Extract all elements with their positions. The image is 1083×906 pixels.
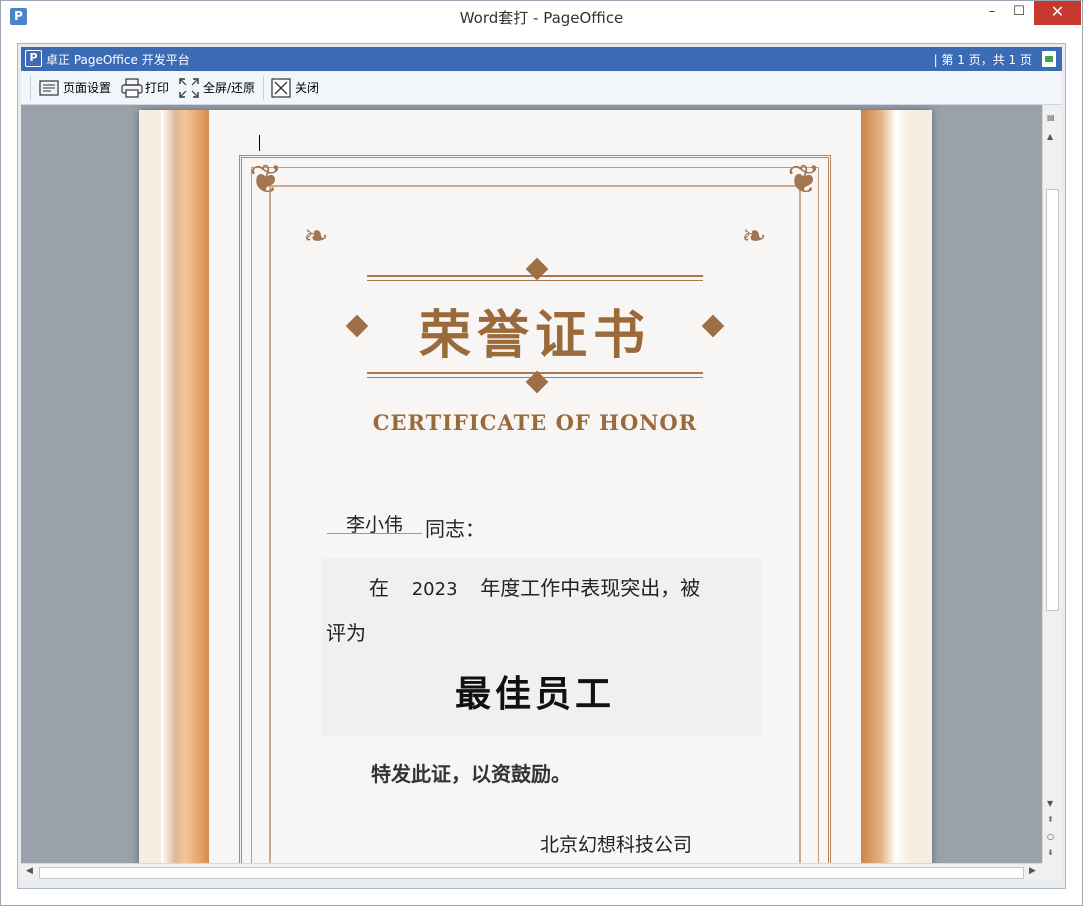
browse-object-icon[interactable]: ○ (1047, 832, 1054, 841)
close-icon (271, 78, 291, 98)
print-label: 打印 (145, 81, 170, 95)
scroll-menu-icon[interactable]: ▤ (1047, 113, 1055, 122)
horizontal-scrollbar[interactable]: ◀ ▶ (21, 863, 1042, 881)
next-page-icon[interactable]: ⇟ (1047, 848, 1054, 857)
print-button[interactable]: 打印 (121, 77, 169, 99)
certificate-frame-right (861, 110, 911, 863)
pageoffice-brand: 卓正 PageOffice 开发平台 (46, 53, 190, 67)
scroll-ornament-icon: ❧ (741, 219, 767, 254)
printer-icon (121, 78, 143, 98)
title-bar[interactable]: P Word套打 - PageOffice – ☐ ✕ (1, 1, 1082, 31)
toolbar-separator (263, 76, 264, 100)
scroll-down-arrow-icon[interactable]: ▼ (1047, 799, 1053, 808)
close-doc-button[interactable]: 关闭 (271, 77, 319, 99)
pageoffice-logo-icon: P (25, 50, 42, 67)
certificate: ❦ ❦ ❧ ❧ 荣誉证书 CERTIFICATE OF HONOR 李小伟 同志… (209, 110, 861, 863)
scroll-right-arrow-icon[interactable]: ▶ (1029, 866, 1036, 876)
year-field[interactable]: 2023 (412, 579, 458, 600)
issuer-name: 北京幻想科技公司 (540, 834, 693, 856)
commendation-line-1: 在 2023 年度工作中表现突出，被 (369, 572, 700, 601)
page-indicator: | 第 1 页，共 1 页 (933, 53, 1032, 67)
document-view[interactable]: ❦ ❦ ❧ ❧ 荣誉证书 CERTIFICATE OF HONOR 李小伟 同志… (21, 105, 1042, 863)
line1-suffix: 年度工作中表现突出，被 (480, 576, 701, 600)
toolbar: 页面设置 打印 全屏/还原 关闭 (21, 71, 1062, 105)
page-setup-icon (39, 80, 59, 96)
salutation: 同志： (425, 517, 485, 541)
vertical-scroll-thumb[interactable] (1046, 189, 1059, 611)
fullscreen-button[interactable]: 全屏/还原 (179, 77, 255, 99)
minimize-button[interactable]: – (979, 1, 1005, 25)
line1-prefix: 在 (369, 576, 389, 600)
recipient-name-field[interactable]: 李小伟 (327, 510, 422, 536)
previous-page-icon[interactable]: ⇞ (1047, 815, 1054, 824)
window-title: Word套打 - PageOffice (459, 9, 624, 27)
page-setup-button[interactable]: 页面设置 (39, 77, 111, 99)
scroll-ornament-icon: ❧ (303, 219, 329, 254)
pageoffice-title-bar: P 卓正 PageOffice 开发平台 | 第 1 页，共 1 页 (21, 47, 1062, 71)
fullscreen-label: 全屏/还原 (203, 81, 256, 95)
horizontal-scroll-thumb[interactable] (39, 867, 1024, 879)
scrollbar-corner (1042, 863, 1062, 881)
scroll-left-arrow-icon[interactable]: ◀ (26, 866, 33, 876)
document-page[interactable]: ❦ ❦ ❧ ❧ 荣誉证书 CERTIFICATE OF HONOR 李小伟 同志… (139, 110, 932, 863)
vertical-scrollbar[interactable]: ▤ ▲ ▼ ⇞ ○ ⇟ (1042, 105, 1062, 863)
certificate-title: 荣誉证书 (418, 305, 651, 366)
award-title-field[interactable]: 最佳员工 (209, 665, 861, 717)
maximize-button[interactable]: ☐ (1006, 1, 1032, 25)
close-window-button[interactable]: ✕ (1034, 1, 1081, 25)
page-setup-label: 页面设置 (63, 81, 112, 95)
fullscreen-icon (179, 78, 199, 98)
close-doc-label: 关闭 (295, 81, 320, 95)
certificate-frame-left (161, 110, 209, 863)
text-cursor (259, 135, 260, 151)
closing-text: 特发此证，以资鼓励。 (371, 762, 571, 786)
exit-icon[interactable] (1042, 51, 1056, 67)
commendation-line-2: 评为 (326, 621, 366, 645)
scroll-up-arrow-icon[interactable]: ▲ (1047, 132, 1053, 141)
toolbar-separator (30, 76, 31, 100)
certificate-subtitle: CERTIFICATE OF HONOR (372, 410, 698, 435)
